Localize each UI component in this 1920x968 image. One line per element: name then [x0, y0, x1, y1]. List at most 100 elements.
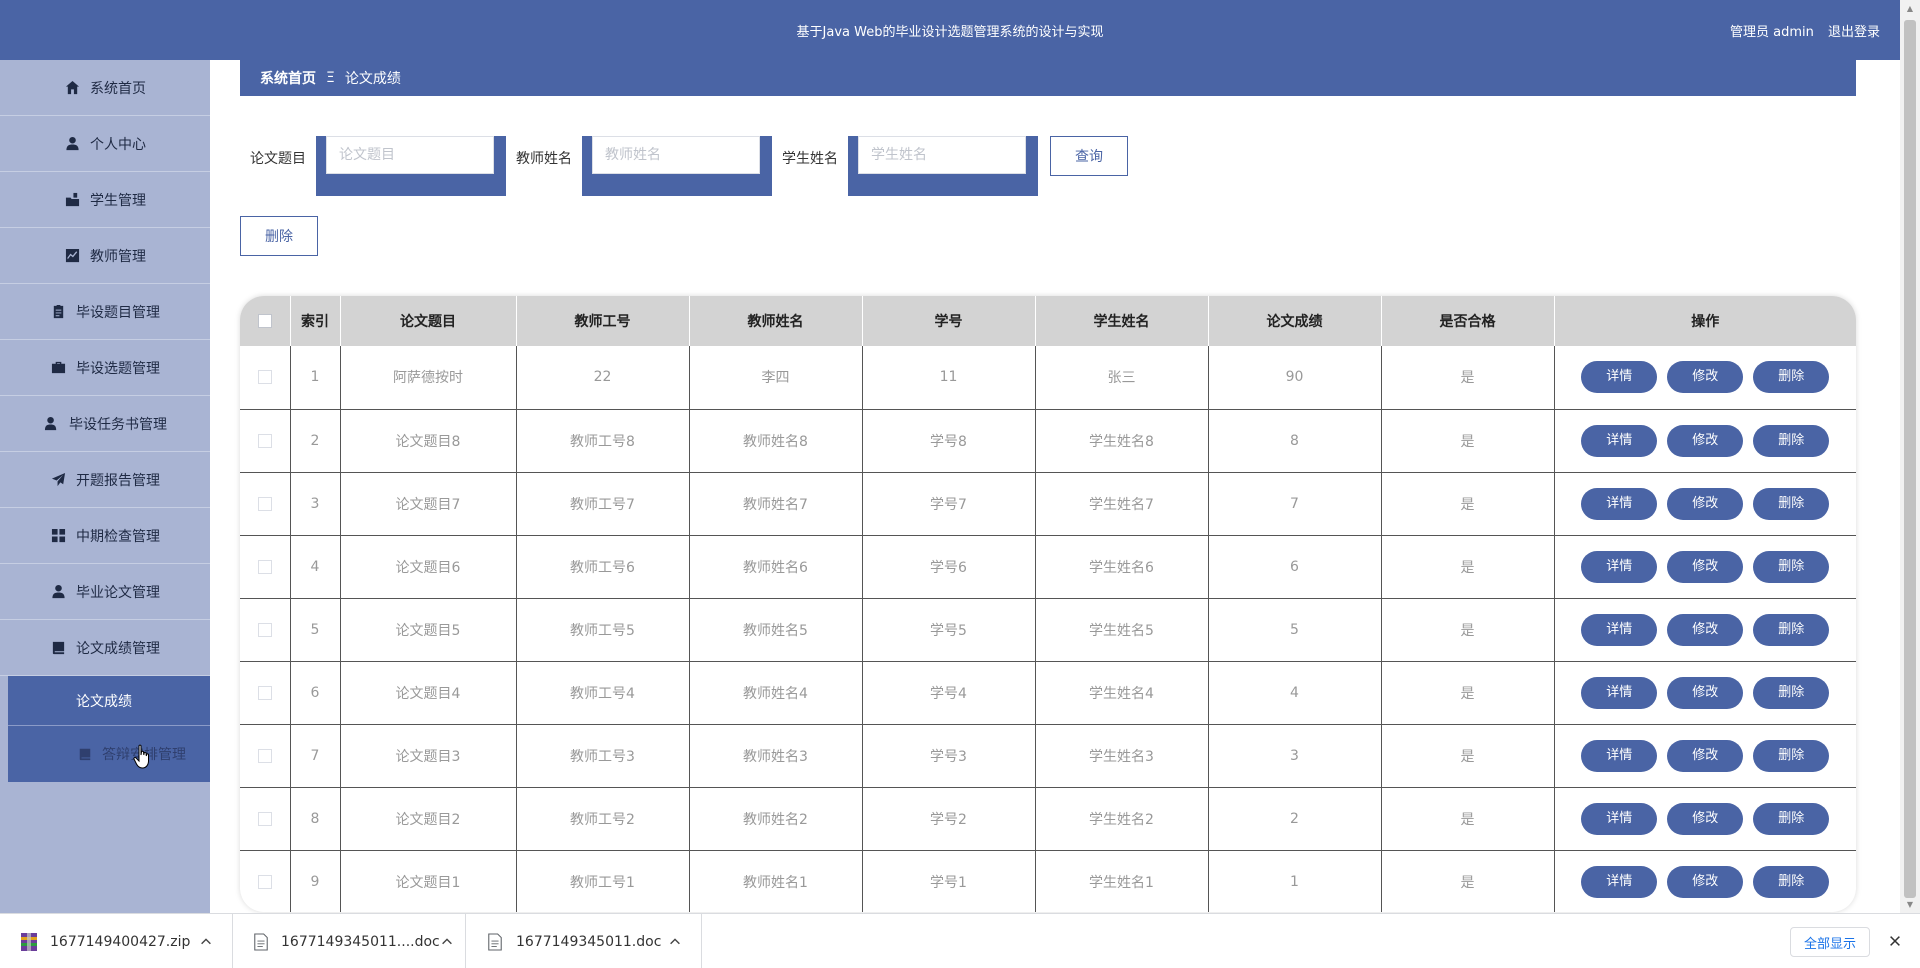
delete-button[interactable]: 删除	[1753, 802, 1830, 835]
download-item-doc-1[interactable]: 1677149345011....doc	[233, 914, 466, 968]
row-checkbox[interactable]	[257, 685, 272, 700]
row-checkbox[interactable]	[257, 874, 272, 889]
title-search-input[interactable]	[326, 136, 494, 174]
download-item-zip[interactable]: 1677149400427.zip	[0, 914, 233, 968]
sidebar-item-proposal[interactable]: 开题报告管理	[0, 452, 210, 508]
sidebar-item-thesis[interactable]: 毕业论文管理	[0, 564, 210, 620]
row-checkbox[interactable]	[257, 811, 272, 826]
row-checkbox[interactable]	[257, 559, 272, 574]
table-cell: 论文题目4	[340, 661, 517, 725]
detail-button[interactable]: 详情	[1581, 550, 1658, 583]
query-button[interactable]: 查询	[1050, 136, 1128, 176]
row-select-cell	[240, 535, 291, 599]
table-cell: 3	[290, 472, 341, 536]
sidebar-item-topics[interactable]: 毕设题目管理	[0, 284, 210, 340]
table-cell: 学生姓名2	[1035, 787, 1209, 851]
table-cell: 论文题目5	[340, 598, 517, 662]
edit-button[interactable]: 修改	[1667, 613, 1744, 646]
row-checkbox[interactable]	[257, 622, 272, 637]
row-checkbox[interactable]	[257, 370, 272, 385]
download-filename: 1677149345011.doc	[516, 933, 662, 950]
download-filename: 1677149345011....doc	[281, 933, 440, 950]
table-cell: 学号3	[862, 724, 1036, 788]
edit-button[interactable]: 修改	[1667, 865, 1744, 898]
column-header: 学号	[862, 296, 1036, 346]
sidebar-item-label: 教师管理	[90, 248, 146, 265]
student-name-search-input[interactable]	[858, 136, 1026, 174]
detail-button[interactable]: 详情	[1581, 739, 1658, 772]
sidebar-item-teachers[interactable]: 教师管理	[0, 228, 210, 284]
sidebar-item-tasks[interactable]: 毕设任务书管理	[0, 396, 210, 452]
delete-button[interactable]: 删除	[1753, 487, 1830, 520]
breadcrumb-home[interactable]: 系统首页	[260, 68, 316, 88]
detail-button[interactable]: 详情	[1581, 802, 1658, 835]
table-row: 9 论文题目1 教师工号1 教师姓名1 学号1 学生姓名1 1 是详情 修改 删除	[240, 850, 1856, 912]
delete-button[interactable]: 删除	[1753, 613, 1830, 646]
edit-button[interactable]: 修改	[1667, 550, 1744, 583]
detail-button[interactable]: 详情	[1581, 361, 1658, 394]
detail-button[interactable]: 详情	[1581, 613, 1658, 646]
sidebar-item-midterm[interactable]: 中期检查管理	[0, 508, 210, 564]
sidebar-subitem-grades[interactable]: 论文成绩	[8, 676, 210, 726]
row-select-cell	[240, 472, 291, 536]
table-row: 6 论文题目4 教师工号4 教师姓名4 学号4 学生姓名4 4 是详情 修改 删除	[240, 661, 1856, 725]
table-cell: 论文题目1	[340, 850, 517, 912]
table-cell: 学号2	[862, 787, 1036, 851]
edit-button[interactable]: 修改	[1667, 739, 1744, 772]
user-area: 管理员 admin 退出登录	[1720, 21, 1880, 40]
select-all-checkbox[interactable]	[257, 314, 272, 328]
scroll-down-icon[interactable]: ▼	[1900, 896, 1920, 913]
row-checkbox[interactable]	[257, 748, 272, 763]
edit-button[interactable]: 修改	[1667, 676, 1744, 709]
delete-button[interactable]: 删除	[1753, 424, 1830, 457]
sidebar-item-home[interactable]: 系统首页	[0, 60, 210, 116]
chevron-up-icon[interactable]	[198, 934, 214, 950]
briefcase-icon	[50, 360, 66, 376]
delete-button[interactable]: 删除	[1753, 865, 1830, 898]
close-icon[interactable]	[1884, 930, 1906, 952]
delete-button[interactable]: 删除	[1753, 550, 1830, 583]
row-checkbox[interactable]	[257, 496, 272, 511]
edit-button[interactable]: 修改	[1667, 487, 1744, 520]
download-bar: 1677149400427.zip 1677149345011....doc 1…	[0, 913, 1920, 968]
sidebar-item-profile[interactable]: 个人中心	[0, 116, 210, 172]
edit-button[interactable]: 修改	[1667, 424, 1744, 457]
delete-button[interactable]: 删除	[1753, 676, 1830, 709]
table-cell: 论文题目3	[340, 724, 517, 788]
table-cell: 6	[1208, 535, 1382, 599]
teacher-name-search-input[interactable]	[592, 136, 760, 174]
scroll-up-icon[interactable]: ▲	[1900, 0, 1920, 17]
search-box-title	[316, 136, 506, 196]
column-header: 论文成绩	[1208, 296, 1382, 346]
chevron-up-icon[interactable]	[440, 934, 454, 950]
logout-link[interactable]: 退出登录	[1828, 25, 1880, 40]
page-scrollbar[interactable]: ▲ ▼	[1900, 0, 1920, 913]
edit-button[interactable]: 修改	[1667, 802, 1744, 835]
row-checkbox[interactable]	[257, 433, 272, 448]
table-cell: 是	[1381, 409, 1555, 473]
sidebar-item-defense[interactable]: 答辩安排管理	[8, 726, 210, 782]
chevron-up-icon[interactable]	[667, 934, 683, 950]
row-actions: 详情 修改 删除	[1554, 409, 1856, 473]
table-cell: 8	[290, 787, 341, 851]
table-cell: 教师工号2	[516, 787, 690, 851]
table-cell: 教师姓名5	[689, 598, 863, 662]
top-header: 基于Java Web的毕业设计选题管理系统的设计与实现 管理员 admin 退出…	[0, 0, 1900, 60]
sidebar-item-grades[interactable]: 论文成绩管理	[0, 620, 210, 676]
table-cell: 学生姓名5	[1035, 598, 1209, 662]
detail-button[interactable]: 详情	[1581, 424, 1658, 457]
sidebar-item-students[interactable]: 学生管理	[0, 172, 210, 228]
edit-button[interactable]: 修改	[1667, 361, 1744, 394]
download-item-doc-2[interactable]: 1677149345011.doc	[466, 914, 702, 968]
scrollbar-thumb[interactable]	[1904, 20, 1916, 898]
detail-button[interactable]: 详情	[1581, 676, 1658, 709]
detail-button[interactable]: 详情	[1581, 487, 1658, 520]
batch-delete-button[interactable]: 删除	[240, 216, 318, 256]
delete-button[interactable]: 删除	[1753, 739, 1830, 772]
detail-button[interactable]: 详情	[1581, 865, 1658, 898]
show-all-downloads-button[interactable]: 全部显示	[1790, 927, 1870, 957]
column-header: 论文题目	[340, 296, 517, 346]
sidebar-item-selection[interactable]: 毕设选题管理	[0, 340, 210, 396]
table-cell: 张三	[1035, 346, 1209, 410]
delete-button[interactable]: 删除	[1753, 361, 1830, 394]
